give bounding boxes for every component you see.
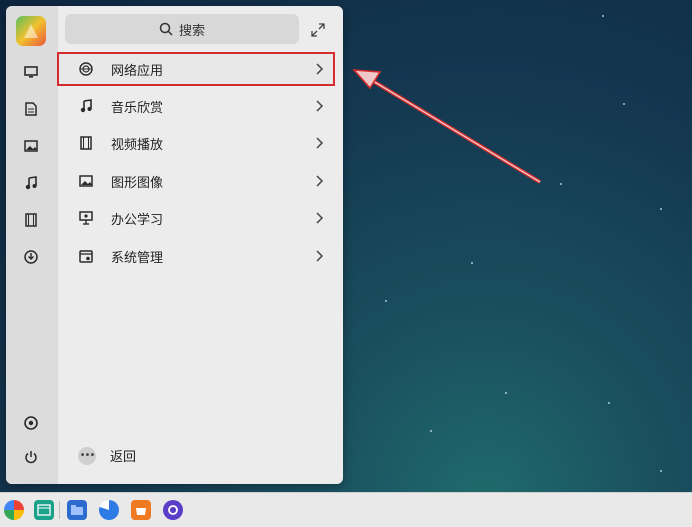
star xyxy=(660,470,662,472)
chevron-right-icon xyxy=(315,135,325,151)
music-icon[interactable] xyxy=(22,174,40,192)
browser-icon[interactable] xyxy=(99,500,119,520)
start-icon[interactable] xyxy=(4,500,24,520)
category-label: 图形图像 xyxy=(111,175,164,191)
star xyxy=(608,402,610,404)
star xyxy=(505,392,507,394)
document-icon[interactable] xyxy=(22,100,40,118)
chevron-right-icon xyxy=(315,173,325,189)
user-avatar-icon[interactable] xyxy=(16,16,46,46)
search-icon xyxy=(159,22,173,36)
picture-icon[interactable] xyxy=(22,137,40,155)
back-label: 返回 xyxy=(110,450,137,465)
back-button[interactable]: ••• 返回 xyxy=(78,446,136,465)
star xyxy=(623,103,625,105)
taskbar-separator xyxy=(59,501,60,519)
app-store-icon[interactable] xyxy=(131,500,151,520)
star xyxy=(660,208,662,210)
chevron-right-icon xyxy=(315,61,325,77)
desktop-icon[interactable] xyxy=(34,500,54,520)
annotation-arrow-icon xyxy=(352,69,542,184)
search-label: 搜索 xyxy=(178,23,205,39)
category-label: 办公学习 xyxy=(111,212,164,228)
file-manager-icon[interactable] xyxy=(67,500,87,520)
category-video[interactable]: 视频播放 xyxy=(59,128,333,158)
search-box[interactable]: 搜索 xyxy=(65,14,299,44)
computer-icon[interactable] xyxy=(22,63,40,81)
start-menu: 搜索 网络应用 音乐欣赏 视频播放 图形图像 办公学习 系统管理 ••• 返回 xyxy=(6,6,343,484)
category-label: 网络应用 xyxy=(111,63,164,79)
office-icon xyxy=(78,210,94,226)
power-icon[interactable] xyxy=(22,448,40,466)
chevron-right-icon xyxy=(315,98,325,114)
category-office[interactable]: 办公学习 xyxy=(59,203,333,233)
image-icon xyxy=(78,173,94,189)
chevron-right-icon xyxy=(315,248,325,264)
category-system[interactable]: 系统管理 xyxy=(59,241,333,271)
network-icon xyxy=(78,61,94,77)
start-menu-sidebar xyxy=(6,6,58,484)
star xyxy=(430,430,432,432)
system-icon xyxy=(78,248,94,264)
settings-app-icon[interactable] xyxy=(163,500,183,520)
download-icon[interactable] xyxy=(22,248,40,266)
music-icon xyxy=(78,98,94,114)
video-icon[interactable] xyxy=(22,211,40,229)
category-music[interactable]: 音乐欣赏 xyxy=(59,91,333,121)
video-icon xyxy=(78,135,94,151)
star xyxy=(385,300,387,302)
more-dots-icon: ••• xyxy=(78,446,96,465)
category-label: 系统管理 xyxy=(111,250,164,266)
category-network[interactable]: 网络应用 xyxy=(57,52,335,86)
star xyxy=(471,262,473,264)
star xyxy=(602,15,604,17)
category-label: 音乐欣赏 xyxy=(111,100,164,116)
expand-icon[interactable] xyxy=(311,22,327,38)
category-graphics[interactable]: 图形图像 xyxy=(59,166,333,196)
settings-icon[interactable] xyxy=(22,414,40,432)
taskbar xyxy=(0,492,692,527)
category-label: 视频播放 xyxy=(111,137,164,153)
chevron-right-icon xyxy=(315,210,325,226)
star xyxy=(560,183,562,185)
